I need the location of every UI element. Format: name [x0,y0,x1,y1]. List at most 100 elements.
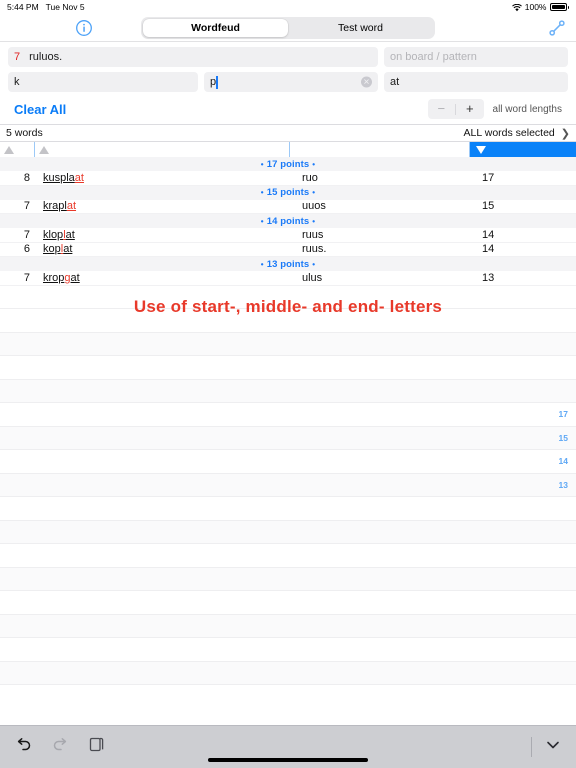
row-word-plain: krapl [43,200,67,213]
row-word-plain: krop [43,271,65,284]
empty-row [0,286,576,309]
sort-column-word[interactable] [35,142,290,157]
sort-column-length[interactable] [0,142,35,157]
chevron-right-icon[interactable]: ❯ [561,127,570,140]
empty-row: 15 [0,426,576,450]
tab-test-word[interactable]: Test word [288,19,433,37]
row-word: kropgat [35,272,290,284]
row-word-plain: kuspla [43,171,75,184]
empty-row: 13 [0,473,576,497]
board-pattern-field[interactable]: on board / pattern [384,47,568,67]
group-label: 17 points [266,158,310,170]
row-points-ghost: 17 [558,409,568,420]
app-screen: 5:44 PM Tue Nov 5 100% Wordfeud Test wor… [0,0,576,768]
redo-icon [51,735,70,759]
status-bar-left: 5:44 PM Tue Nov 5 [7,2,85,12]
bullet-icon: • [312,188,316,197]
bullet-icon: • [312,159,316,169]
battery-full-icon [549,3,569,11]
row-word-plain: kop [43,243,61,256]
row-word-highlight: at [66,200,77,213]
row-points: 14 [482,243,495,256]
row-points: 14 [482,228,495,241]
mode-segmented-control[interactable]: Wordfeud Test word [141,16,435,39]
battery-percent: 100% [524,2,547,12]
sort-column-remaining[interactable] [290,142,470,157]
group-header: • 17 points • [0,157,576,171]
group-header: • 14 points • [0,214,576,228]
row-word-highlight: at [74,171,84,184]
word-length-stepper[interactable]: − + [427,99,484,119]
start-letters-field[interactable]: k [8,72,198,92]
results-table: • 17 points • 8 kusplaat ruo 17 • 15 poi… [0,157,576,286]
text-caret [216,75,218,89]
empty-row [0,567,576,591]
group-label: 15 points [266,187,310,198]
input-row-actions: Clear All − + all word lengths [8,97,568,121]
info-circle-icon[interactable] [75,19,93,37]
row-word: kraplat [35,200,290,212]
chevron-down-icon[interactable] [544,736,562,759]
clipboard-icon[interactable] [88,735,105,759]
selection-control[interactable]: ALL words selected ❯ [464,127,570,140]
row-remaining: ruo [302,171,318,184]
length-decrement-button[interactable]: − [428,99,456,119]
clear-all-button[interactable]: Clear All [8,102,66,117]
row-points-ghost: 14 [558,456,568,467]
empty-row [0,497,576,521]
sort-column-points[interactable] [470,142,576,157]
row-points-ghost: 13 [558,479,568,490]
status-bar: 5:44 PM Tue Nov 5 100% [0,0,576,14]
row-remaining: ruus [302,228,324,241]
tab-wordfeud[interactable]: Wordfeud [143,18,288,37]
row-points-ghost: 15 [558,432,568,443]
empty-row [0,638,576,662]
row-word-plain: klop [43,228,64,241]
sort-ascending-icon [4,145,14,154]
end-letters-field[interactable]: at [384,72,568,92]
row-points: 17 [482,171,495,184]
row-word: koplat [35,243,290,255]
row-word: kusplaat [35,172,290,184]
row-word: kloplat [35,229,290,241]
group-header: • 15 points • [0,185,576,200]
bullet-icon: • [260,216,264,226]
row-length: 8 [23,171,30,184]
empty-row [0,520,576,544]
row-word-plain-post: at [65,228,75,241]
row-length: 7 [23,271,30,284]
row-points: 13 [482,271,495,284]
undo-icon[interactable] [14,735,33,759]
word-length-control: − + all word lengths [427,99,568,119]
row-points: 15 [482,200,495,213]
empty-row [0,332,576,356]
start-letters-value: k [14,76,20,88]
empty-row [0,356,576,380]
toolbar-right [531,736,562,759]
table-row[interactable]: 8 kusplaat ruo 17 [0,171,576,186]
bullet-icon: • [260,188,264,197]
rack-field[interactable]: 7 ruluos. [8,47,378,67]
edit-actions [14,735,105,759]
bottom-toolbar [0,725,576,768]
middle-letters-field[interactable]: p ✕ [204,72,378,92]
length-increment-button[interactable]: + [456,99,484,119]
nav-bar: Wordfeud Test word [0,14,576,42]
table-row[interactable]: 6 koplat ruus. 14 [0,243,576,257]
sort-descending-icon [476,145,486,154]
row-remaining: ruus. [302,243,327,256]
table-row[interactable]: 7 kropgat ulus 13 [0,271,576,286]
row-remaining: uuos [302,200,326,213]
empty-row [0,614,576,638]
empty-row [0,591,576,615]
wrench-icon[interactable] [547,18,567,38]
row-length: 7 [23,200,30,213]
table-row[interactable]: 7 kraplat uuos 15 [0,200,576,214]
word-count-label: 5 words [6,127,43,139]
status-bar-right: 100% [511,2,569,12]
row-remaining: ulus [302,271,323,284]
row-length: 6 [23,243,30,256]
bullet-icon: • [260,159,264,169]
clear-circle-icon[interactable]: ✕ [361,76,372,88]
table-row[interactable]: 7 kloplat ruus 14 [0,228,576,243]
